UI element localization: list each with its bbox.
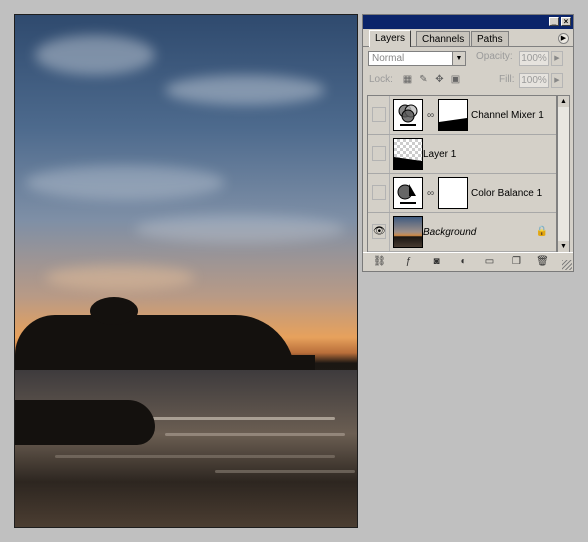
layer-row-color-balance[interactable]: ∞ Color Balance 1 <box>368 174 556 213</box>
add-mask-icon[interactable]: ◙ <box>430 256 443 268</box>
link-layers-icon[interactable]: ⛓ <box>373 256 386 268</box>
layer-thumbnail <box>393 138 423 170</box>
mask-link-icon[interactable]: ∞ <box>427 188 434 199</box>
lock-all-icon[interactable]: ▣ <box>450 74 461 85</box>
blend-mode-select[interactable]: Normal ▼ <box>368 51 466 66</box>
layer-name: Channel Mixer 1 <box>471 110 544 121</box>
mask-link-icon[interactable]: ∞ <box>427 110 434 121</box>
layer-mask-thumbnail[interactable] <box>438 99 468 131</box>
visibility-toggle[interactable] <box>372 146 386 161</box>
visibility-toggle[interactable] <box>372 185 386 200</box>
lock-icon: 🔒 <box>535 226 548 237</box>
layer-list: ∞ Channel Mixer 1 Layer 1 ∞ Color Balanc… <box>367 95 557 253</box>
blend-row: Normal ▼ Opacity: 100% ▶ <box>363 47 573 69</box>
opacity-field[interactable]: 100% <box>519 51 549 66</box>
channel-mixer-adjustment-icon <box>393 99 423 131</box>
opacity-arrow-icon[interactable]: ▶ <box>551 51 563 66</box>
fill-arrow-icon[interactable]: ▶ <box>551 73 563 88</box>
chevron-down-icon[interactable]: ▼ <box>452 52 465 65</box>
layer-style-icon[interactable]: ƒ <box>402 256 415 268</box>
new-fill-adjustment-icon[interactable]: ◐ <box>457 256 470 268</box>
fill-label: Fill: <box>499 74 515 85</box>
palette-tabs: Layers Channels Paths ▶ <box>363 29 573 47</box>
background-thumbnail <box>393 216 423 248</box>
fill-field[interactable]: 100% <box>519 73 549 88</box>
eye-icon[interactable]: 👁 <box>372 224 386 239</box>
lock-transparency-icon[interactable]: ▦ <box>402 74 413 85</box>
blend-mode-value: Normal <box>372 53 405 64</box>
lock-label: Lock: <box>369 74 393 85</box>
layer-row-layer-1[interactable]: Layer 1 <box>368 135 556 174</box>
delete-layer-icon[interactable]: 🗑 <box>536 256 549 268</box>
layer-row-background[interactable]: 👁 Background 🔒 <box>368 213 556 252</box>
tab-channels[interactable]: Channels <box>416 31 471 46</box>
resize-grip-icon[interactable] <box>562 260 572 270</box>
scroll-down-icon[interactable]: ▼ <box>558 241 569 252</box>
lock-image-brush-icon[interactable]: ✎ <box>418 74 429 85</box>
minimize-icon[interactable]: _ <box>549 17 559 26</box>
layer-name: Background <box>423 227 477 238</box>
layer-row-channel-mixer[interactable]: ∞ Channel Mixer 1 <box>368 96 556 135</box>
tab-layers[interactable]: Layers <box>369 30 412 47</box>
visibility-toggle[interactable] <box>372 107 386 122</box>
close-icon[interactable]: × <box>561 17 571 26</box>
layer-list-scrollbar[interactable]: ▲ ▼ <box>557 95 570 253</box>
lock-row: Lock: ▦ ✎ ✥ ▣ Fill: 100% ▶ <box>363 69 573 91</box>
new-group-icon[interactable]: ▭ <box>483 256 496 268</box>
layer-name: Color Balance 1 <box>471 188 543 199</box>
tab-paths[interactable]: Paths <box>471 31 509 46</box>
document-canvas[interactable] <box>14 14 358 528</box>
layer-name: Layer 1 <box>423 149 457 160</box>
scroll-up-icon[interactable]: ▲ <box>558 96 569 107</box>
palette-titlebar[interactable]: _ × <box>363 15 573 29</box>
palette-bottom-bar: ⛓ ƒ ◙ ◐ ▭ ❐ 🗑 <box>363 252 573 271</box>
color-balance-adjustment-icon <box>393 177 423 209</box>
layers-palette: _ × Layers Channels Paths ▶ Normal ▼ Opa… <box>362 14 574 272</box>
lock-position-move-icon[interactable]: ✥ <box>434 74 445 85</box>
palette-menu-icon[interactable]: ▶ <box>558 33 569 44</box>
layer-mask-thumbnail[interactable] <box>438 177 468 209</box>
new-layer-icon[interactable]: ❐ <box>510 256 523 268</box>
opacity-label: Opacity: <box>476 51 513 62</box>
